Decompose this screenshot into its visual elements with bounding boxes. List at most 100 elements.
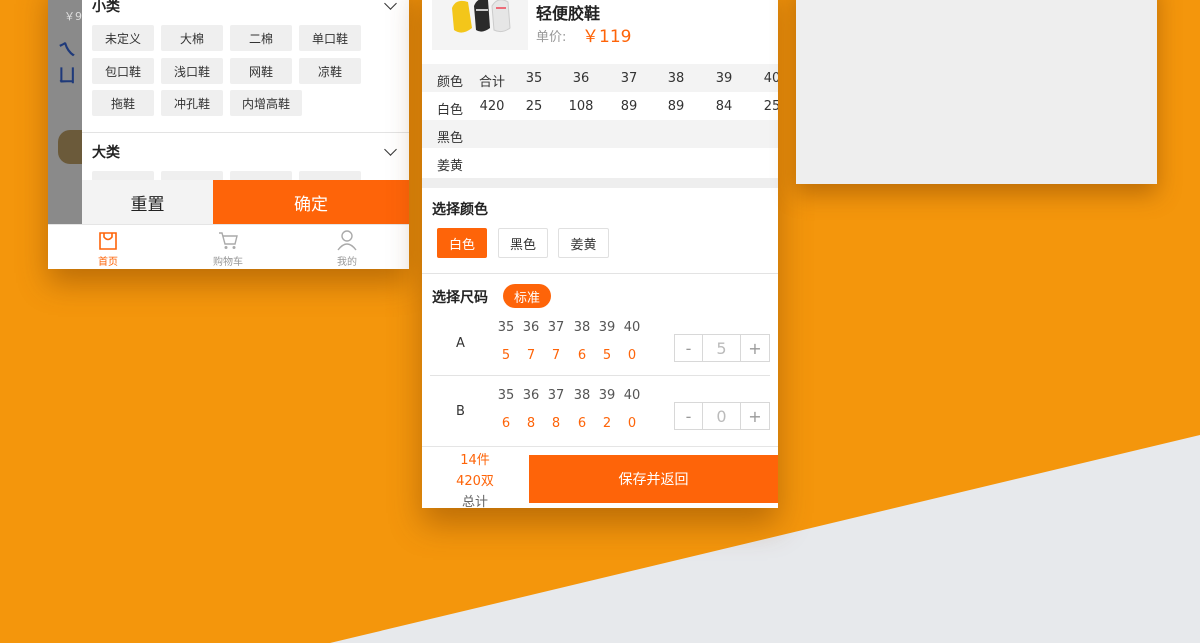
tag-item[interactable]: 拖鞋 [92,90,154,116]
minus-button[interactable]: - [675,335,703,361]
size-row-letter: A [456,336,465,351]
table-cell: 420 [479,99,505,114]
filter-drawer: 小类 未定义 大棉 二棉 单口鞋 包口鞋 浅口鞋 网鞋 凉鞋 拖鞋 冲孔鞋 内增… [82,0,409,224]
product-list-underlay: ￥9 ㄟㄩ [48,0,88,224]
row-divider [430,375,770,376]
product-name: 轻便胶鞋 [536,4,601,23]
chevron-down-icon [384,143,397,156]
cart-icon [219,232,238,249]
size-label: 36 [522,388,540,403]
bottom-tab-bar: 首页 购物车 我的 [48,224,409,269]
product-price: ￥119 [582,27,632,47]
size-qty: 8 [551,416,561,431]
table-cell: 姜黄 [436,159,463,174]
reset-button[interactable]: 重置 [82,180,213,224]
tag-item[interactable]: 包口鞋 [92,58,154,84]
total-label: 总计 [461,495,488,508]
size-qty: 6 [577,348,587,363]
section-divider [422,273,778,274]
size-label: 40 [623,320,641,335]
table-row: 姜黄 [422,148,778,176]
tag-item[interactable]: 冲孔鞋 [161,90,223,116]
tag-item[interactable]: 浅口鞋 [161,58,223,84]
tag-item[interactable]: 单口鞋 [299,25,361,51]
color-option-white[interactable]: 白色 [437,228,487,258]
size-qty: 7 [551,348,561,363]
plus-button[interactable]: + [741,403,769,429]
table-header-row: 颜色 合计 35 36 37 38 39 40 [422,64,778,92]
size-select-title: 选择尺码 [432,290,488,306]
size-qty: 8 [526,416,536,431]
confirm-button[interactable]: 确定 [213,180,409,224]
size-qty: 2 [602,416,612,431]
header-cell: 40 [763,71,778,86]
total-pairs: 420双 [456,474,494,489]
quantity-input[interactable]: 5 [703,335,741,361]
header-cell: 37 [620,71,638,86]
color-option-black[interactable]: 黑色 [498,228,548,258]
tag-item[interactable]: 内增高鞋 [230,90,302,116]
quantity-stepper: - 0 + [674,402,770,430]
large-category-header[interactable]: 大类 [92,140,399,164]
tab-home[interactable]: 首页 [78,229,138,268]
plus-button[interactable]: + [741,335,769,361]
filter-screen: ￥9 ㄟㄩ 小类 未定义 大棉 二棉 单口鞋 包口鞋 浅口鞋 网鞋 凉鞋 拖鞋 … [48,0,409,269]
table-cell: 108 [568,99,594,114]
color-option-ginger[interactable]: 姜黄 [558,228,609,258]
save-and-return-button[interactable]: 保存并返回 [529,455,778,503]
tag-item[interactable]: 二棉 [230,25,292,51]
header-cell: 合计 [478,75,505,90]
size-qty: 6 [577,416,587,431]
size-qty: 0 [627,416,637,431]
table-cell: 84 [715,99,733,114]
price-label: 单价: [536,30,567,45]
size-label: 39 [598,388,616,403]
color-select-title: 选择颜色 [432,202,488,218]
user-icon [337,230,357,251]
chevron-down-icon [384,0,397,10]
table-row: 黑色 [422,120,778,148]
header-cell: 35 [525,71,543,86]
size-label: 39 [598,320,616,335]
product-image [432,0,528,50]
size-qty: 5 [602,348,612,363]
size-label: 35 [497,388,515,403]
large-category-title: 大类 [92,145,120,161]
header-cell: 颜色 [436,75,463,90]
size-label: 38 [573,320,591,335]
section-separator [422,178,778,188]
table-cell: 白色 [436,103,463,118]
size-row-b: B 35 36 37 38 39 40 6 8 8 6 2 0 - 0 + [422,382,778,448]
table-cell: 89 [620,99,638,114]
quantity-input[interactable]: 0 [703,403,741,429]
size-row-a: A 35 36 37 38 39 40 5 7 7 6 5 0 - 5 + [422,314,778,380]
total-pieces: 14件 [460,453,490,468]
size-label: 38 [573,388,591,403]
underlay-brand-mark: ㄟㄩ [58,40,76,87]
size-qty: 7 [526,348,536,363]
tag-item[interactable]: 网鞋 [230,58,292,84]
size-label: 35 [497,320,515,335]
small-category-header[interactable]: 小类 [92,0,399,18]
table-row: 白色 420 25 108 89 89 84 25 [422,92,778,120]
table-cell: 89 [667,99,685,114]
size-row-letter: B [456,404,465,419]
blank-screen-card [796,0,1157,184]
size-label: 40 [623,388,641,403]
tag-item[interactable]: 未定义 [92,25,154,51]
minus-button[interactable]: - [675,403,703,429]
underlay-price: ￥9 [64,10,82,23]
summary-bar: 14件 420双 总计 保存并返回 [422,446,778,508]
header-cell: 39 [715,71,733,86]
tab-cart[interactable]: 购物车 [198,229,258,268]
size-label: 36 [522,320,540,335]
tab-label: 我的 [337,257,357,268]
table-cell: 黑色 [436,131,463,146]
size-standard-badge[interactable]: 标准 [503,284,551,308]
section-divider [82,132,409,133]
small-category-title: 小类 [92,0,120,15]
size-qty: 6 [501,416,511,431]
tag-item[interactable]: 大棉 [161,25,223,51]
tag-item[interactable]: 凉鞋 [299,58,361,84]
tab-profile[interactable]: 我的 [317,229,377,268]
